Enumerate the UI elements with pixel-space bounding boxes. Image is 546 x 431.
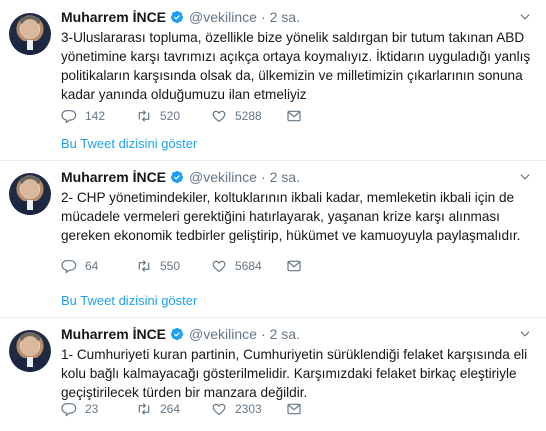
tweet-text: 1- Cumhuriyeti kuran partinin, Cumhuriye… <box>61 347 528 400</box>
timestamp[interactable]: 2 sa. <box>270 169 300 185</box>
avatar[interactable] <box>9 330 51 372</box>
like-button[interactable]: 5684 <box>211 258 286 274</box>
like-button[interactable]: 5288 <box>211 108 286 124</box>
reply-count: 23 <box>85 402 99 416</box>
verified-badge-icon <box>170 327 184 341</box>
like-button[interactable]: 2303 <box>211 401 286 417</box>
tweet-timeline: Muharrem İNCE @vekilince · 2 sa. 3-Ulusl… <box>0 0 546 431</box>
tweet[interactable]: Muharrem İNCE @vekilince · 2 sa. 3-Ulusl… <box>0 0 546 128</box>
reply-count: 64 <box>85 259 99 273</box>
tweet-content: Muharrem İNCE @vekilince · 2 sa. 2- CHP … <box>61 168 532 245</box>
reply-icon <box>61 403 77 417</box>
retweet-button[interactable]: 520 <box>136 108 211 124</box>
direct-message-button[interactable] <box>286 108 302 124</box>
envelope-icon <box>287 403 301 415</box>
reply-icon <box>61 110 77 124</box>
tweet[interactable]: Muharrem İNCE @vekilince · 2 sa. 2- CHP … <box>0 160 546 285</box>
author-handle[interactable]: @vekilince <box>189 9 257 25</box>
separator: · <box>260 326 266 342</box>
tweet-text: 3-Uluslararası topluma, özellikle bize y… <box>61 30 531 102</box>
show-thread-link[interactable]: Bu Tweet dizisini göster <box>61 293 197 308</box>
reply-button[interactable]: 142 <box>61 108 136 124</box>
tweet-header: Muharrem İNCE @vekilince · 2 sa. <box>61 168 532 186</box>
chevron-down-icon[interactable] <box>518 10 532 24</box>
retweet-count: 550 <box>160 259 181 273</box>
show-thread-row: Bu Tweet dizisini göster <box>0 285 546 317</box>
tweet-content: Muharrem İNCE @vekilince · 2 sa. 3-Ulusl… <box>61 8 532 104</box>
tweet-header: Muharrem İNCE @vekilince · 2 sa. <box>61 8 532 26</box>
retweet-icon <box>138 403 150 415</box>
direct-message-button[interactable] <box>286 258 302 274</box>
tweet-header: Muharrem İNCE @vekilince · 2 sa. <box>61 325 532 343</box>
separator: · <box>260 9 266 25</box>
author-handle[interactable]: @vekilince <box>189 169 257 185</box>
like-count: 5288 <box>235 109 262 123</box>
verified-badge-icon <box>170 10 184 24</box>
heart-icon <box>212 403 226 416</box>
tweet-actions: 142 520 5288 <box>61 108 302 124</box>
author-handle[interactable]: @vekilince <box>189 326 257 342</box>
retweet-icon <box>138 260 150 272</box>
chevron-down-icon[interactable] <box>518 170 532 184</box>
timestamp[interactable]: 2 sa. <box>270 9 300 25</box>
tweet[interactable]: Muharrem İNCE @vekilince · 2 sa. 1- Cumh… <box>0 317 546 431</box>
tweet-actions: 23 264 2303 <box>61 401 302 417</box>
tweet-text: 2- CHP yönetimindekiler, koltuklarının i… <box>61 190 521 243</box>
separator: · <box>260 169 266 185</box>
retweet-icon <box>138 110 150 122</box>
chevron-down-icon[interactable] <box>518 327 532 341</box>
like-count: 5684 <box>235 259 262 273</box>
author-name[interactable]: Muharrem İNCE <box>61 326 166 342</box>
tweet-content: Muharrem İNCE @vekilince · 2 sa. 1- Cumh… <box>61 325 532 402</box>
timestamp[interactable]: 2 sa. <box>270 326 300 342</box>
direct-message-button[interactable] <box>286 401 302 417</box>
avatar[interactable] <box>9 13 51 55</box>
verified-badge-icon <box>170 170 184 184</box>
reply-icon <box>61 260 77 274</box>
envelope-icon <box>287 110 301 122</box>
reply-button[interactable]: 64 <box>61 258 136 274</box>
show-thread-row: Bu Tweet dizisini göster <box>0 128 546 160</box>
retweet-count: 264 <box>160 402 181 416</box>
tweet-actions: 64 550 5684 <box>61 258 302 274</box>
avatar[interactable] <box>9 173 51 215</box>
author-name[interactable]: Muharrem İNCE <box>61 9 166 25</box>
retweet-count: 520 <box>160 109 181 123</box>
reply-count: 142 <box>85 109 106 123</box>
heart-icon <box>212 260 226 273</box>
envelope-icon <box>287 260 301 272</box>
show-thread-link[interactable]: Bu Tweet dizisini göster <box>61 136 197 151</box>
like-count: 2303 <box>235 402 262 416</box>
heart-icon <box>212 110 226 123</box>
retweet-button[interactable]: 264 <box>136 401 211 417</box>
author-name[interactable]: Muharrem İNCE <box>61 169 166 185</box>
reply-button[interactable]: 23 <box>61 401 136 417</box>
retweet-button[interactable]: 550 <box>136 258 211 274</box>
